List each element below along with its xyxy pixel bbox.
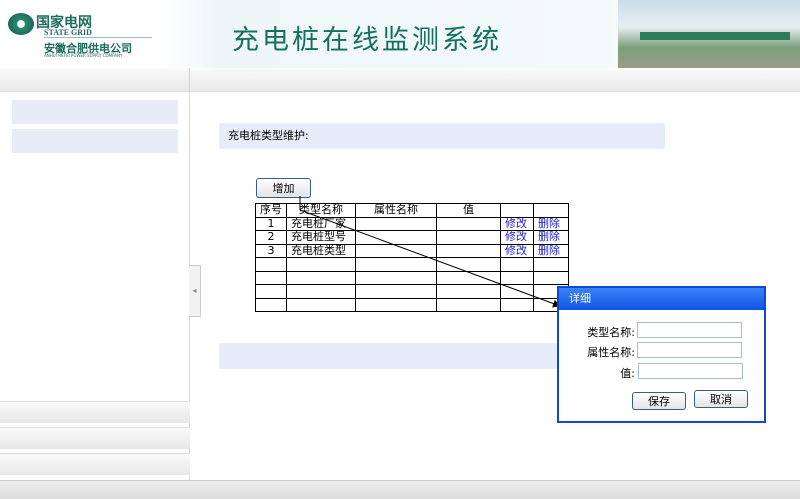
value-label: 值: [620,367,635,380]
connector-arrow [299,196,561,308]
value-input[interactable] [638,363,743,379]
cancel-button[interactable]: 取消 [694,390,748,408]
footer [0,480,800,499]
type-name-input[interactable] [637,322,742,338]
attr-name-label: 属性名称: [587,346,635,359]
detail-dialog: 详细 类型名称: 属性名称: 值: 保存 取消 [557,286,766,423]
save-button[interactable]: 保存 [632,392,686,410]
type-name-label: 类型名称: [587,326,635,339]
dialog-title: 详细 [559,288,764,310]
attr-name-input[interactable] [637,342,742,358]
